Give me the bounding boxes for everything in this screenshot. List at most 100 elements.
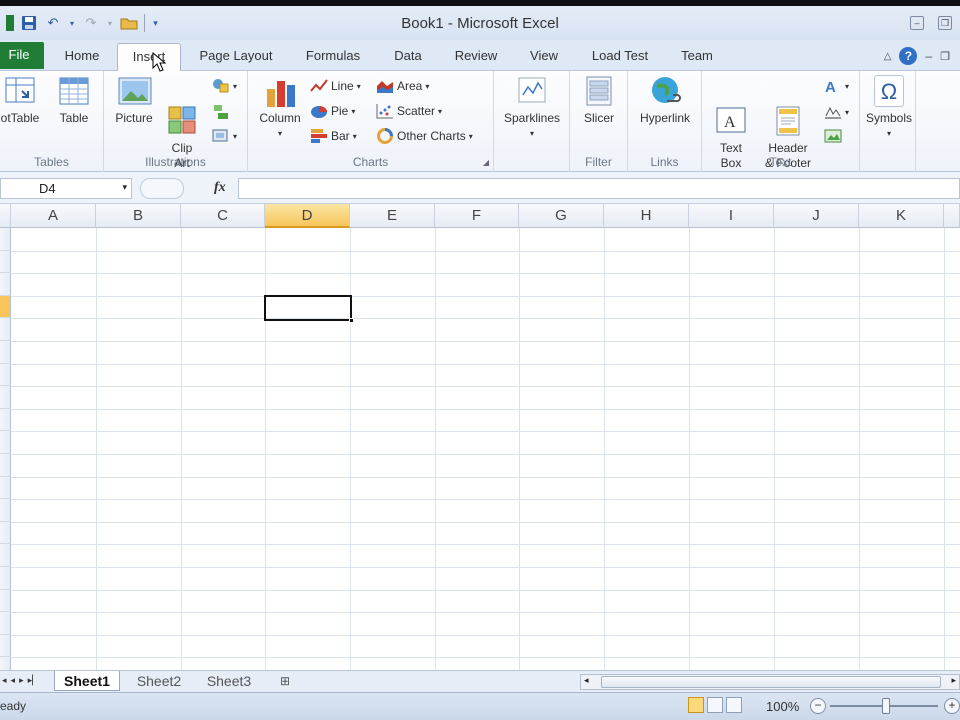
wordart-button[interactable]: A ▾	[824, 77, 849, 95]
sheet-tab-sheet3[interactable]: Sheet3	[198, 671, 260, 691]
line-chart-button[interactable]: Line ▾	[310, 77, 361, 95]
minimize-ribbon-icon[interactable]: △	[884, 51, 892, 62]
signature-line-button[interactable]: ▾	[824, 103, 849, 121]
page-layout-view-icon[interactable]	[707, 697, 723, 713]
page-break-view-icon[interactable]	[726, 697, 742, 713]
symbols-button[interactable]: Ω Symbols ▾	[862, 75, 916, 141]
row-header[interactable]	[0, 228, 11, 251]
row-header[interactable]	[0, 589, 11, 613]
column-header-f[interactable]: F	[435, 204, 519, 228]
slicer-button[interactable]: Slicer	[574, 75, 624, 126]
formula-input[interactable]	[238, 178, 960, 199]
row-header[interactable]	[0, 318, 11, 341]
row-header[interactable]	[0, 408, 11, 432]
tab-home[interactable]: Home	[58, 46, 106, 71]
column-header-c[interactable]: C	[181, 204, 265, 228]
hyperlink-button[interactable]: Hyperlink	[630, 75, 700, 126]
screenshot-button[interactable]: ▾	[212, 127, 237, 145]
zoom-slider[interactable]: − +	[808, 697, 960, 715]
row-header[interactable]	[0, 544, 11, 567]
insert-sheet-icon[interactable]: ⊞	[268, 671, 302, 691]
horizontal-scrollbar[interactable]: ◂ ▸	[580, 674, 960, 690]
minimize-icon[interactable]: –	[910, 16, 924, 30]
column-header-a[interactable]: A	[11, 204, 96, 228]
row-header[interactable]	[0, 386, 11, 409]
column-header-b[interactable]: B	[96, 204, 181, 228]
row-header[interactable]	[0, 567, 11, 590]
next-sheet-icon[interactable]: ▸	[19, 675, 24, 686]
column-header-j[interactable]: J	[774, 204, 859, 228]
formula-splitter-icon[interactable]	[140, 178, 184, 199]
pie-chart-button[interactable]: Pie ▾	[310, 102, 355, 120]
horizontal-scroll-thumb[interactable]	[601, 676, 941, 688]
tab-team[interactable]: Team	[672, 46, 722, 71]
scatter-chart-button[interactable]: Scatter ▾	[376, 102, 442, 120]
scroll-left-icon[interactable]: ◂	[584, 675, 589, 686]
window-minimize-icon[interactable]: –	[925, 49, 932, 63]
tab-file[interactable]: File	[0, 42, 44, 69]
charts-dialog-launcher-icon[interactable]: ◢	[483, 158, 489, 167]
other-charts-button[interactable]: Other Charts ▾	[376, 127, 473, 145]
area-chart-button[interactable]: Area ▾	[376, 77, 429, 95]
column-header-d[interactable]: D	[265, 204, 350, 228]
name-box[interactable]: D4 ▾	[0, 178, 132, 199]
first-sheet-icon[interactable]: ◂	[2, 675, 7, 686]
last-sheet-icon[interactable]: ▸▏	[28, 675, 39, 686]
column-header-e[interactable]: E	[350, 204, 435, 228]
zoom-in-icon[interactable]: +	[944, 698, 960, 714]
help-icon[interactable]: ?	[899, 47, 918, 65]
table-button[interactable]: Table	[52, 75, 96, 126]
row-header[interactable]	[0, 499, 11, 522]
smartart-button[interactable]	[212, 103, 230, 121]
column-header-l[interactable]	[944, 204, 960, 228]
normal-view-icon[interactable]	[688, 697, 704, 713]
fill-handle[interactable]	[349, 318, 354, 323]
row-header[interactable]	[0, 657, 11, 670]
zoom-out-icon[interactable]: −	[810, 698, 826, 714]
worksheet-grid[interactable]: A B C D E F G H I J K	[0, 204, 960, 670]
row-header[interactable]	[0, 454, 11, 477]
sheet-tab-sheet2[interactable]: Sheet2	[128, 671, 190, 691]
picture-label: Picture	[115, 111, 153, 125]
bar-chart-button[interactable]: Bar ▾	[310, 127, 357, 145]
active-cell-d4[interactable]	[264, 295, 354, 323]
row-header[interactable]	[0, 612, 11, 635]
row-header[interactable]	[0, 295, 11, 319]
column-header-g[interactable]: G	[519, 204, 604, 228]
shapes-button[interactable]: ▾	[212, 77, 237, 95]
row-header[interactable]	[0, 476, 11, 500]
tab-page-layout[interactable]: Page Layout	[192, 46, 280, 71]
column-header-h[interactable]: H	[604, 204, 689, 228]
column-header-k[interactable]: K	[859, 204, 944, 228]
sparklines-button[interactable]: Sparklines ▾	[496, 75, 568, 141]
tab-insert[interactable]: Insert	[117, 43, 181, 72]
name-box-dropdown-icon[interactable]: ▾	[122, 182, 127, 193]
row-header[interactable]	[0, 634, 11, 658]
zoom-level[interactable]: 100%	[766, 699, 799, 714]
prev-sheet-icon[interactable]: ◂	[11, 675, 16, 686]
select-all-corner[interactable]	[0, 204, 11, 228]
scroll-right-icon[interactable]: ▸	[951, 675, 956, 686]
sheet-tab-sheet1[interactable]: Sheet1	[54, 671, 120, 691]
row-header[interactable]	[0, 431, 11, 454]
shapes-icon	[213, 79, 229, 93]
row-header[interactable]	[0, 521, 11, 545]
row-header[interactable]	[0, 250, 11, 274]
object-button[interactable]	[824, 127, 842, 145]
row-header[interactable]	[0, 341, 11, 364]
row-header[interactable]	[0, 273, 11, 296]
picture-button[interactable]: Picture	[110, 75, 158, 126]
tab-formulas[interactable]: Formulas	[298, 46, 368, 71]
window-restore-icon[interactable]: ❐	[940, 50, 950, 63]
insert-function-icon[interactable]: fx	[214, 180, 226, 196]
column-chart-button[interactable]: Column ▾	[254, 75, 306, 141]
tab-review[interactable]: Review	[448, 46, 504, 71]
restore-icon[interactable]: ❐	[938, 16, 952, 30]
zoom-knob[interactable]	[882, 698, 890, 714]
tab-load-test[interactable]: Load Test	[584, 46, 656, 71]
pivot-table-button[interactable]: otTable	[0, 75, 48, 126]
column-header-i[interactable]: I	[689, 204, 774, 228]
tab-view[interactable]: View	[522, 46, 566, 71]
row-header[interactable]	[0, 363, 11, 387]
tab-data[interactable]: Data	[386, 46, 430, 71]
